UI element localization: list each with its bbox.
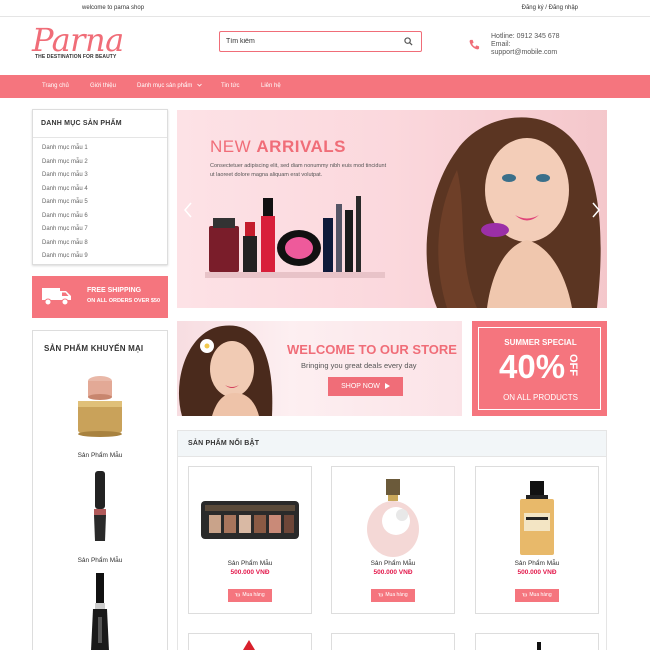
auth-links: Đăng ký / Đăng nhập — [522, 5, 578, 11]
product-image[interactable] — [189, 473, 311, 559]
welcome-text: welcome to parna shop — [82, 5, 145, 11]
discount-off: OFF — [567, 354, 579, 376]
featured-header: SẢN PHẨM NỔI BẬT — [178, 431, 606, 457]
top-bar: welcome to parna shop Đăng ký / Đăng nhậ… — [0, 0, 650, 17]
buy-button[interactable]: Mua hàng — [371, 589, 415, 602]
product-card[interactable] — [188, 633, 312, 650]
product-image[interactable] — [476, 473, 598, 559]
search-input[interactable] — [226, 35, 396, 48]
shop-now-button[interactable]: SHOP NOW — [328, 377, 403, 396]
login-link[interactable]: Đăng nhập — [549, 5, 578, 11]
slider-prev-arrow-icon[interactable] — [183, 202, 193, 218]
discount-percent: 40% — [499, 348, 566, 385]
category-item[interactable]: Danh mục mẫu 9 — [42, 252, 88, 266]
shop-now-label: SHOP NOW — [341, 383, 380, 390]
divider — [33, 137, 167, 138]
buy-button-label: Mua hàng — [242, 592, 265, 598]
slider-headline: NEW ARRIVALS — [210, 137, 346, 157]
promo-box: SẢN PHẨM KHUYẾN MẠI Sản Phẩm Mẫu Sản Phẩ… — [32, 330, 168, 650]
product-card[interactable]: Sản Phẩm Mẫu 500.000 VNĐ Mua hàng — [475, 466, 599, 614]
summer-title: SUMMER SPECIAL — [504, 338, 577, 347]
nav-item-contact[interactable]: Liên hệ — [261, 83, 281, 89]
category-item[interactable]: Danh mục mẫu 5 — [42, 198, 88, 212]
cosmetics-image — [205, 196, 385, 278]
buy-button[interactable]: Mua hàng — [228, 589, 272, 602]
nav-item-products-label: Danh mục sản phẩm — [137, 83, 193, 89]
category-item[interactable]: Danh mục mẫu 2 — [42, 158, 88, 172]
product-price: 500.000 VNĐ — [230, 569, 270, 576]
product-card[interactable]: Sản Phẩm Mẫu 500.000 VNĐ Mua hàng — [188, 466, 312, 614]
product-name[interactable]: Sản Phẩm Mẫu — [476, 560, 598, 567]
product-image[interactable] — [534, 640, 544, 650]
register-link[interactable]: Đăng ký — [522, 5, 544, 11]
cart-icon — [235, 592, 241, 596]
category-item[interactable]: Danh mục mẫu 7 — [42, 225, 88, 239]
site-header: Parna THE DESTINATION FOR BEAUTY Hotline… — [0, 17, 650, 75]
slider-headline-light: NEW — [210, 137, 257, 156]
buy-button-label: Mua hàng — [529, 592, 552, 598]
truck-icon — [42, 288, 71, 306]
product-price: 500.000 VNĐ — [373, 569, 413, 576]
nav-item-products[interactable]: Danh mục sản phẩm — [137, 83, 202, 89]
hero-slider[interactable]: NEW ARRIVALS Consectetuer adipiscing eli… — [177, 110, 607, 308]
nav-item-home[interactable]: Trang chủ — [42, 83, 69, 89]
welcome-title: WELCOME TO OUR STORE — [287, 342, 457, 357]
cart-icon — [378, 592, 384, 596]
category-title: DANH MỤC SẢN PHẨM — [41, 120, 122, 127]
category-box: DANH MỤC SẢN PHẨM Danh mục mẫu 1 Danh mụ… — [32, 109, 168, 265]
slider-text: Consectetuer adipiscing elit, sed diam n… — [210, 163, 387, 178]
category-item[interactable]: Danh mục mẫu 8 — [42, 239, 88, 253]
summer-special-frame: SUMMER SPECIAL 40% OFF ON ALL PRODUCTS — [478, 327, 601, 410]
category-item[interactable]: Danh mục mẫu 1 — [42, 144, 88, 158]
chevron-down-icon — [197, 84, 202, 87]
tagline: THE DESTINATION FOR BEAUTY — [35, 54, 117, 60]
nav-item-news[interactable]: Tin tức — [221, 83, 239, 89]
category-list: Danh mục mẫu 1 Danh mục mẫu 2 Danh mục m… — [42, 144, 88, 266]
search-icon[interactable] — [404, 37, 413, 46]
shipping-subtitle: ON ALL ORDERS OVER $50 — [87, 298, 161, 304]
product-name[interactable]: Sản Phẩm Mẫu — [189, 560, 311, 567]
search-box — [219, 31, 422, 52]
model-image — [426, 117, 601, 308]
email-text: support@mobile.com — [491, 49, 558, 56]
welcome-banner[interactable]: WELCOME TO OUR STORE Bringing you great … — [177, 321, 462, 416]
promo-product-name[interactable]: Sản Phẩm Mẫu — [33, 452, 167, 459]
buy-button-label: Mua hàng — [385, 592, 408, 598]
main-nav: Trang chủ Giới thiệu Danh mục sản phẩm T… — [0, 75, 650, 98]
product-name[interactable]: Sản Phẩm Mẫu — [332, 560, 454, 567]
product-image[interactable] — [332, 473, 454, 559]
promo-product-image[interactable] — [83, 573, 117, 650]
product-card[interactable] — [475, 633, 599, 650]
free-shipping-banner[interactable]: FREE SHIPPING ON ALL ORDERS OVER $50 — [32, 276, 168, 318]
shipping-title: FREE SHIPPING — [87, 287, 142, 294]
category-item[interactable]: Danh mục mẫu 4 — [42, 185, 88, 199]
product-card[interactable]: Sản Phẩm Mẫu 500.000 VNĐ Mua hàng — [331, 466, 455, 614]
promo-product-name[interactable]: Sản Phẩm Mẫu — [33, 557, 167, 564]
hotline-text: Hotline: 0912 345 678 — [491, 33, 560, 40]
play-arrow-icon — [384, 383, 390, 390]
product-card[interactable] — [331, 633, 455, 650]
product-image[interactable] — [239, 638, 259, 650]
product-price: 500.000 VNĐ — [517, 569, 557, 576]
category-item[interactable]: Danh mục mẫu 6 — [42, 212, 88, 226]
featured-title: SẢN PHẨM NỔI BẬT — [188, 440, 260, 447]
model-image — [178, 325, 273, 416]
promo-product-image[interactable] — [83, 469, 117, 545]
category-item[interactable]: Danh mục mẫu 3 — [42, 171, 88, 185]
email-label: Email: — [491, 41, 511, 48]
slider-next-arrow-icon[interactable] — [591, 202, 601, 218]
welcome-subtitle: Bringing you great deals every day — [301, 361, 417, 370]
summer-special-banner[interactable]: SUMMER SPECIAL 40% OFF ON ALL PRODUCTS — [472, 321, 607, 416]
summer-footer: ON ALL PRODUCTS — [503, 393, 578, 402]
nav-item-about[interactable]: Giới thiệu — [90, 83, 116, 89]
promo-product-image[interactable] — [67, 367, 133, 439]
contact-info: Hotline: 0912 345 678 Email: support@mob… — [491, 33, 560, 57]
promo-title: SẢN PHẨM KHUYẾN MẠI — [44, 344, 144, 353]
phone-icon — [469, 39, 480, 50]
buy-button[interactable]: Mua hàng — [515, 589, 559, 602]
cart-icon — [522, 592, 528, 596]
slider-headline-bold: ARRIVALS — [256, 137, 347, 156]
